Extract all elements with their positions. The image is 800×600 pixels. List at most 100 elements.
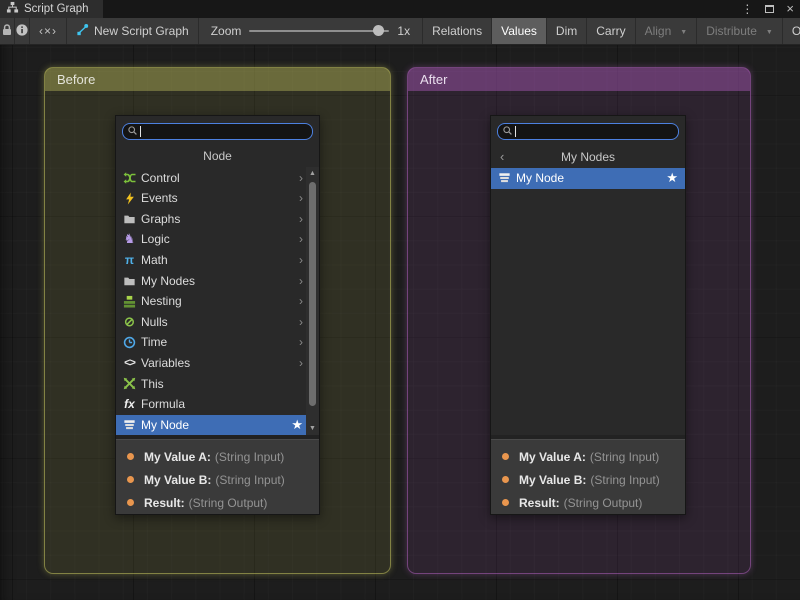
overview-button[interactable]: Overview — [783, 18, 800, 44]
port-name: My Value B: — [144, 473, 211, 487]
finder-item-nesting[interactable]: Nesting › — [116, 291, 319, 312]
toggle-dim[interactable]: Dim — [547, 18, 587, 44]
code-view-button[interactable]: ‹×› — [30, 18, 67, 44]
finder-item-label: Formula — [141, 397, 185, 411]
star-icon[interactable]: ★ — [666, 170, 678, 186]
align-label: Align — [645, 24, 672, 38]
finder-item-label: My Nodes — [141, 274, 195, 288]
scroll-down-icon[interactable]: ▼ — [306, 425, 319, 432]
graph-toolbar: ‹×› New Script Graph Zoom 1x Relations V… — [0, 18, 800, 45]
port-type: (String Input) — [590, 450, 659, 464]
search-row — [491, 116, 685, 146]
folder-icon — [122, 274, 137, 288]
finder-item-formula[interactable]: fx Formula — [116, 394, 319, 415]
new-graph-label: New Script Graph — [94, 24, 189, 38]
finder-item-variables[interactable]: <> Variables › — [116, 353, 319, 374]
finder-item-label: Nulls — [141, 315, 168, 329]
finder-item-my-node[interactable]: My Node ★ — [116, 415, 319, 436]
finder-item-label: Control — [141, 171, 180, 185]
finder-item-my-node[interactable]: My Node ★ — [491, 168, 685, 189]
tab-title: Script Graph — [24, 3, 89, 15]
formula-icon: fx — [122, 397, 137, 411]
chevron-right-icon: › — [299, 356, 303, 370]
finder-item-label: This — [141, 377, 164, 391]
port-type: (String Input) — [215, 473, 284, 487]
events-icon — [122, 191, 137, 205]
node-preview-ports: My Value A: (String Input) My Value B: (… — [116, 439, 319, 514]
this-icon — [122, 377, 137, 391]
finder-item-time[interactable]: Time › — [116, 332, 319, 353]
finder-item-label: My Node — [516, 171, 564, 185]
nulls-icon: ⊘ — [122, 315, 137, 329]
port-type: (String Output) — [189, 496, 268, 510]
port-dot-icon — [127, 453, 134, 460]
zoom-label: Zoom — [211, 24, 242, 38]
finder-item-label: My Node — [141, 418, 189, 432]
toggle-carry[interactable]: Carry — [587, 18, 635, 44]
finder-item-nulls[interactable]: ⊘ Nulls › — [116, 312, 319, 333]
port-name: Result: — [519, 496, 560, 510]
port-row: My Value B: (String Input) — [491, 468, 685, 491]
zoom-slider-handle[interactable] — [373, 25, 384, 36]
group-after-title: After — [420, 72, 447, 87]
back-chevron-icon[interactable]: ‹ — [500, 146, 504, 168]
finder-item-label: Variables — [141, 356, 190, 370]
group-before-header[interactable]: Before — [45, 68, 390, 91]
finder-item-label: Events — [141, 191, 178, 205]
chevron-right-icon: › — [299, 294, 303, 308]
port-row: My Value A: (String Input) — [491, 445, 685, 468]
window-tab-strip: Script Graph ⋮ × — [0, 0, 800, 18]
info-button[interactable] — [15, 18, 30, 44]
lock-button[interactable] — [0, 18, 15, 44]
finder-list: My Node ★ — [491, 168, 685, 435]
finder-item-this[interactable]: This — [116, 373, 319, 394]
port-name: My Value B: — [519, 473, 586, 487]
align-dropdown[interactable]: Align▼ — [636, 18, 698, 44]
chevron-right-icon: › — [299, 253, 303, 267]
node-icon — [122, 418, 137, 432]
search-icon — [127, 123, 138, 141]
chevron-right-icon: › — [299, 212, 303, 226]
chevron-down-icon: ▼ — [766, 29, 773, 36]
toggle-relations[interactable]: Relations — [423, 18, 492, 44]
star-icon[interactable]: ★ — [291, 417, 303, 433]
window-menu-icon[interactable]: ⋮ — [741, 2, 753, 16]
finder-item-math[interactable]: π Math › — [116, 250, 319, 271]
port-dot-icon — [127, 476, 134, 483]
control-icon — [122, 171, 137, 185]
finder-item-logic[interactable]: ♞ Logic › — [116, 229, 319, 250]
toggle-values[interactable]: Values — [492, 18, 547, 44]
chevron-right-icon: › — [299, 335, 303, 349]
graph-icon — [6, 1, 19, 17]
search-row — [116, 116, 319, 145]
close-icon[interactable]: × — [786, 4, 794, 14]
group-after-header[interactable]: After — [408, 68, 750, 91]
search-input[interactable] — [497, 123, 679, 140]
finder-item-events[interactable]: Events › — [116, 188, 319, 209]
scrollbar-vertical[interactable]: ▲ ▼ — [306, 167, 319, 435]
script-graph-window: Script Graph ⋮ × ‹×› New Script Graph — [0, 0, 800, 600]
chevron-right-icon: › — [299, 274, 303, 288]
scrollbar-thumb[interactable] — [309, 182, 316, 406]
finder-item-label: Nesting — [141, 294, 182, 308]
scroll-up-icon[interactable]: ▲ — [306, 170, 319, 177]
finder-item-my-nodes[interactable]: My Nodes › — [116, 270, 319, 291]
maximize-icon[interactable] — [765, 5, 774, 13]
graph-canvas[interactable]: Before After Node — [0, 45, 800, 600]
finder-item-graphs[interactable]: Graphs › — [116, 209, 319, 230]
zoom-slider[interactable] — [249, 30, 389, 32]
text-caret — [515, 126, 516, 137]
port-name: Result: — [144, 496, 185, 510]
zoom-control: Zoom 1x — [199, 18, 423, 44]
finder-item-label: Math — [141, 253, 168, 267]
search-icon — [502, 123, 513, 141]
search-input[interactable] — [122, 123, 313, 140]
finder-item-control[interactable]: Control › — [116, 167, 319, 188]
tab-script-graph[interactable]: Script Graph — [0, 0, 103, 18]
time-icon — [122, 335, 137, 349]
finder-item-label: Logic — [141, 232, 170, 246]
new-graph-icon — [76, 23, 89, 39]
distribute-dropdown[interactable]: Distribute▼ — [697, 18, 783, 44]
group-before-title: Before — [57, 72, 95, 87]
new-script-graph-button[interactable]: New Script Graph — [67, 18, 199, 44]
